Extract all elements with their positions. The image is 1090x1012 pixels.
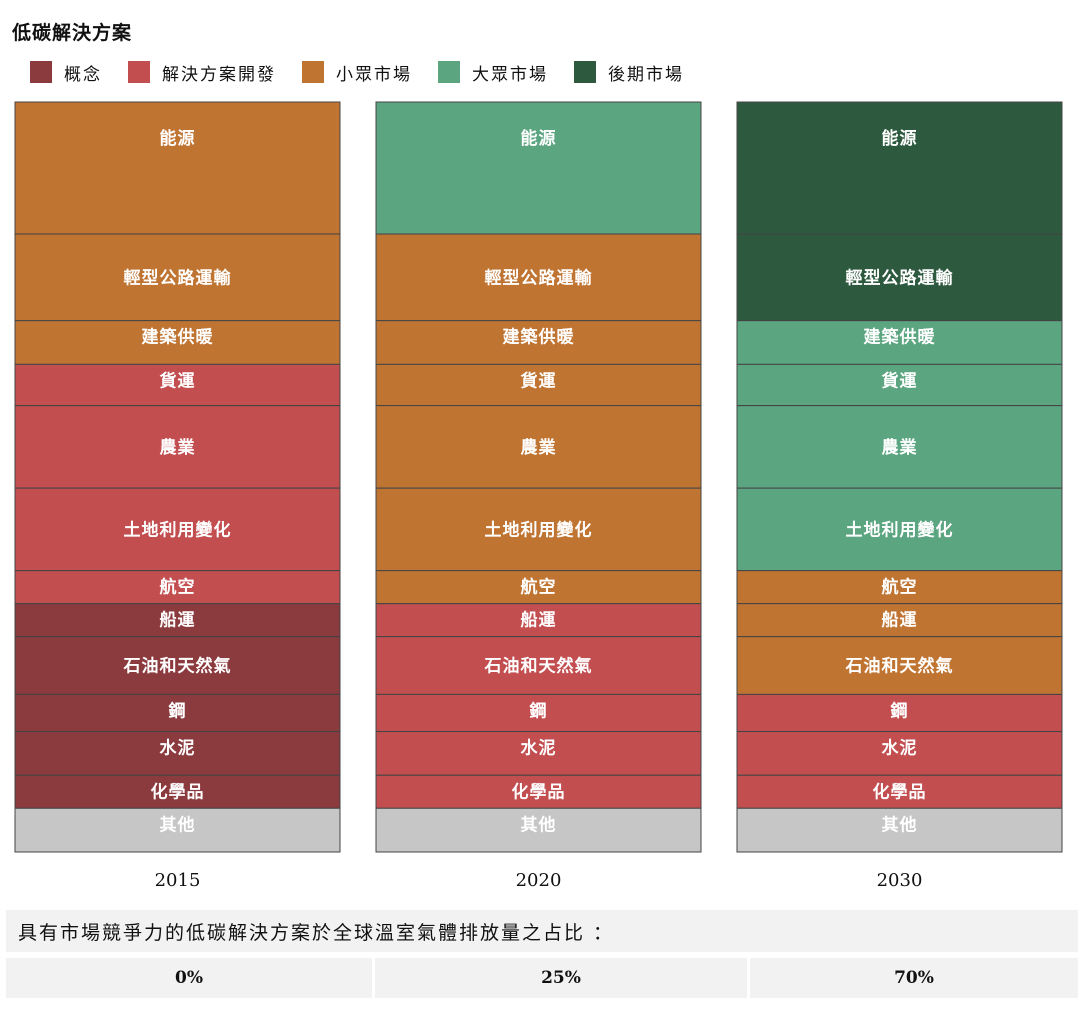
segment-label: 化學品 [512,781,566,802]
segment-label: 能源 [882,128,918,149]
segment-label: 鋼 [168,700,187,721]
segment-label: 船運 [521,610,557,631]
segment-2020-energy [375,101,702,235]
segment-label: 石油和天然氣 [484,656,593,677]
segment-label: 其他 [521,814,557,835]
percentage-cell-2030: 70% [750,958,1078,998]
segment-label: 土地利用變化 [846,519,954,540]
column-2030: 能源輕型公路運輸建築供暖貨運農業土地利用變化航空船運石油和天然氣鋼水泥化學品其他… [736,101,1063,891]
segment-2015-energy [14,101,341,235]
segment-label: 化學品 [873,781,927,802]
segment-label: 貨運 [160,370,196,391]
stacked-column-chart: 能源輕型公路運輸建築供暖貨運農業土地利用變化航空船運石油和天然氣鋼水泥化學品其他… [14,101,1063,891]
segment-label: 輕型公路運輸 [485,267,593,288]
segment-label: 石油和天然氣 [845,656,954,677]
segment-label: 鋼 [890,700,909,721]
year-label-2020: 2020 [516,870,562,891]
segment-label: 航空 [882,577,918,598]
segment-label: 能源 [521,128,557,149]
segment-label: 貨運 [882,370,918,391]
year-label-2030: 2030 [877,870,923,891]
segment-label: 水泥 [521,738,557,759]
note-bar: 具有市場競爭力的低碳解決方案於全球溫室氣體排放量之占比 ： [6,910,1078,952]
segment-label: 水泥 [160,738,196,759]
segment-label: 能源 [160,128,196,149]
segment-label: 航空 [521,577,557,598]
segment-label: 鋼 [529,700,548,721]
segment-label: 建築供暖 [503,327,575,348]
segment-label: 化學品 [151,781,205,802]
segment-label: 農業 [160,437,196,458]
segment-label: 輕型公路運輸 [124,267,232,288]
segment-label: 其他 [160,814,196,835]
segment-label: 貨運 [521,370,557,391]
percentage-cell-2020: 25% [375,958,747,998]
segment-label: 船運 [160,610,196,631]
percentage-row: 0% 25% 70% [6,958,1078,998]
segment-label: 輕型公路運輸 [846,267,954,288]
column-2015: 能源輕型公路運輸建築供暖貨運農業土地利用變化航空船運石油和天然氣鋼水泥化學品其他… [14,101,341,891]
segment-label: 建築供暖 [142,327,214,348]
percentage-cell-2015: 0% [6,958,372,998]
segment-label: 其他 [882,814,918,835]
segment-label: 航空 [160,577,196,598]
segment-label: 船運 [882,610,918,631]
segment-label: 水泥 [882,738,918,759]
segment-label: 農業 [882,437,918,458]
year-label-2015: 2015 [155,870,201,891]
segment-2030-energy [736,101,1063,235]
column-2020: 能源輕型公路運輸建築供暖貨運農業土地利用變化航空船運石油和天然氣鋼水泥化學品其他… [375,101,702,891]
note-text: 具有市場競爭力的低碳解決方案於全球溫室氣體排放量之占比 ： [18,921,615,944]
segment-label: 土地利用變化 [485,519,593,540]
segment-label: 石油和天然氣 [123,656,232,677]
segment-label: 農業 [521,437,557,458]
segment-label: 建築供暖 [864,327,936,348]
segment-label: 土地利用變化 [124,519,232,540]
